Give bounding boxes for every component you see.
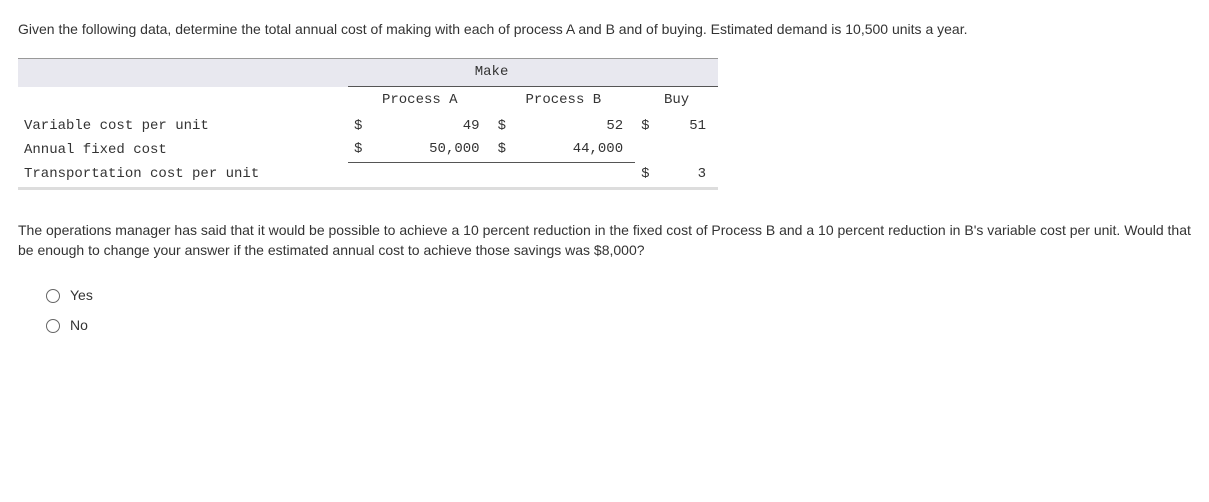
option-no-label: No [70,316,88,336]
row-fixed-cost: Annual fixed cost $ 50,000 $ 44,000 [18,138,718,162]
radio-icon [46,319,60,333]
column-header-row: Process A Process B Buy [18,87,718,115]
make-header: Make [348,58,635,87]
option-yes-label: Yes [70,286,93,306]
row-variable-cost: Variable cost per unit $ 49 $ 52 $ 51 [18,115,718,139]
col-process-b: Process B [492,87,636,115]
intro-text: Given the following data, determine the … [18,20,1191,40]
option-no[interactable]: No [46,316,1191,336]
table-bottom-bar [18,188,718,191]
label-transport-cost: Transportation cost per unit [18,163,348,188]
label-fixed-cost: Annual fixed cost [18,138,348,162]
cost-table: Make Process A Process B Buy Variable co… [18,58,1191,191]
col-buy: Buy [635,87,718,115]
make-header-row: Make [18,58,718,87]
option-yes[interactable]: Yes [46,286,1191,306]
col-process-a: Process A [348,87,492,115]
radio-icon [46,289,60,303]
row-transport-cost: Transportation cost per unit $ 3 [18,163,718,188]
followup-question: The operations manager has said that it … [18,221,1191,260]
answer-options: Yes No [18,286,1191,335]
label-variable-cost: Variable cost per unit [18,115,348,139]
